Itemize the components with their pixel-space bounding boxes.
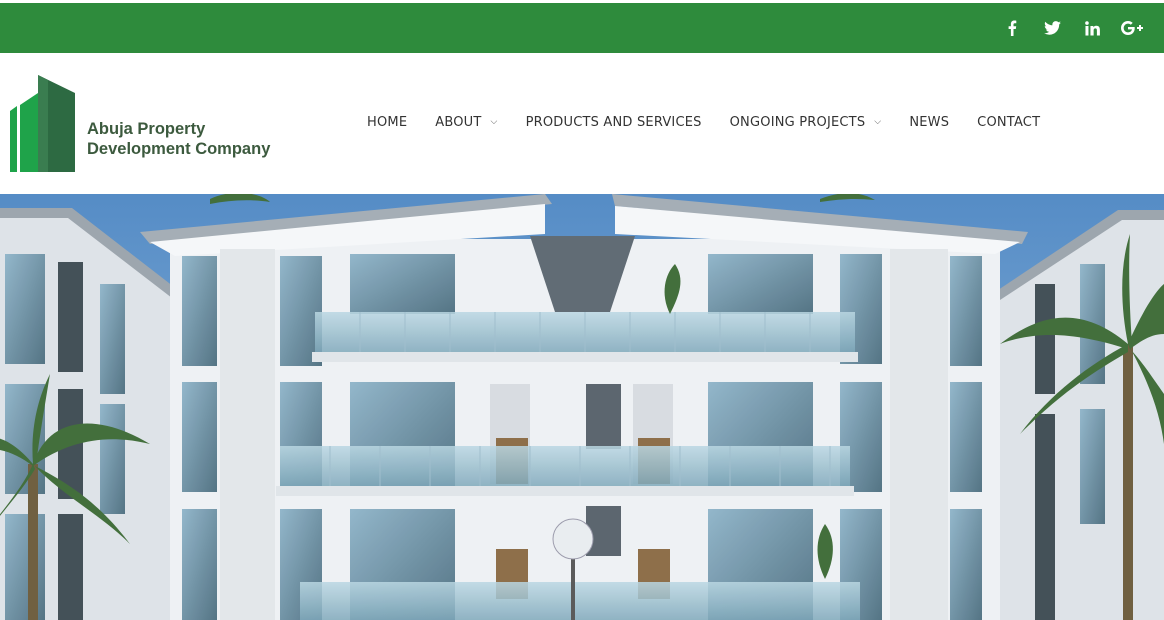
- hero-banner: [0, 194, 1164, 620]
- top-social-bar: [0, 3, 1164, 53]
- nav-about[interactable]: ABOUT ⌵: [435, 115, 497, 130]
- nav-news[interactable]: NEWS: [909, 115, 949, 130]
- logo-text: Abuja Property Development Company: [87, 119, 270, 159]
- google-plus-icon[interactable]: [1112, 8, 1152, 48]
- building-logo-icon: [10, 75, 75, 172]
- twitter-icon[interactable]: [1032, 8, 1072, 48]
- nav-news-label: NEWS: [909, 115, 950, 130]
- logo-line-1: Abuja Property: [87, 120, 206, 138]
- facebook-icon[interactable]: [992, 8, 1032, 48]
- nav-home[interactable]: HOME: [367, 115, 407, 130]
- main-navigation: HOME ABOUT ⌵ PRODUCTS AND SERVICES ONGOIN…: [367, 115, 1068, 130]
- nav-contact[interactable]: CONTACT: [977, 115, 1040, 130]
- nav-home-label: HOME: [367, 115, 408, 130]
- site-header: Abuja Property Development Company HOME …: [0, 53, 1164, 194]
- chevron-down-icon: ⌵: [874, 116, 882, 127]
- logo-line-2: Development Company: [87, 140, 271, 158]
- nav-ongoing-label: ONGOING PROJECTS: [729, 115, 866, 130]
- nav-contact-label: CONTACT: [977, 115, 1041, 130]
- nav-products-services[interactable]: PRODUCTS AND SERVICES: [526, 115, 702, 130]
- chevron-down-icon: ⌵: [490, 116, 498, 127]
- linkedin-icon[interactable]: [1072, 8, 1112, 48]
- company-logo[interactable]: Abuja Property Development Company: [8, 75, 298, 173]
- apartment-building-image: [0, 194, 1164, 620]
- nav-about-label: ABOUT: [435, 115, 482, 130]
- nav-products-label: PRODUCTS AND SERVICES: [525, 115, 702, 130]
- nav-ongoing-projects[interactable]: ONGOING PROJECTS ⌵: [730, 115, 882, 130]
